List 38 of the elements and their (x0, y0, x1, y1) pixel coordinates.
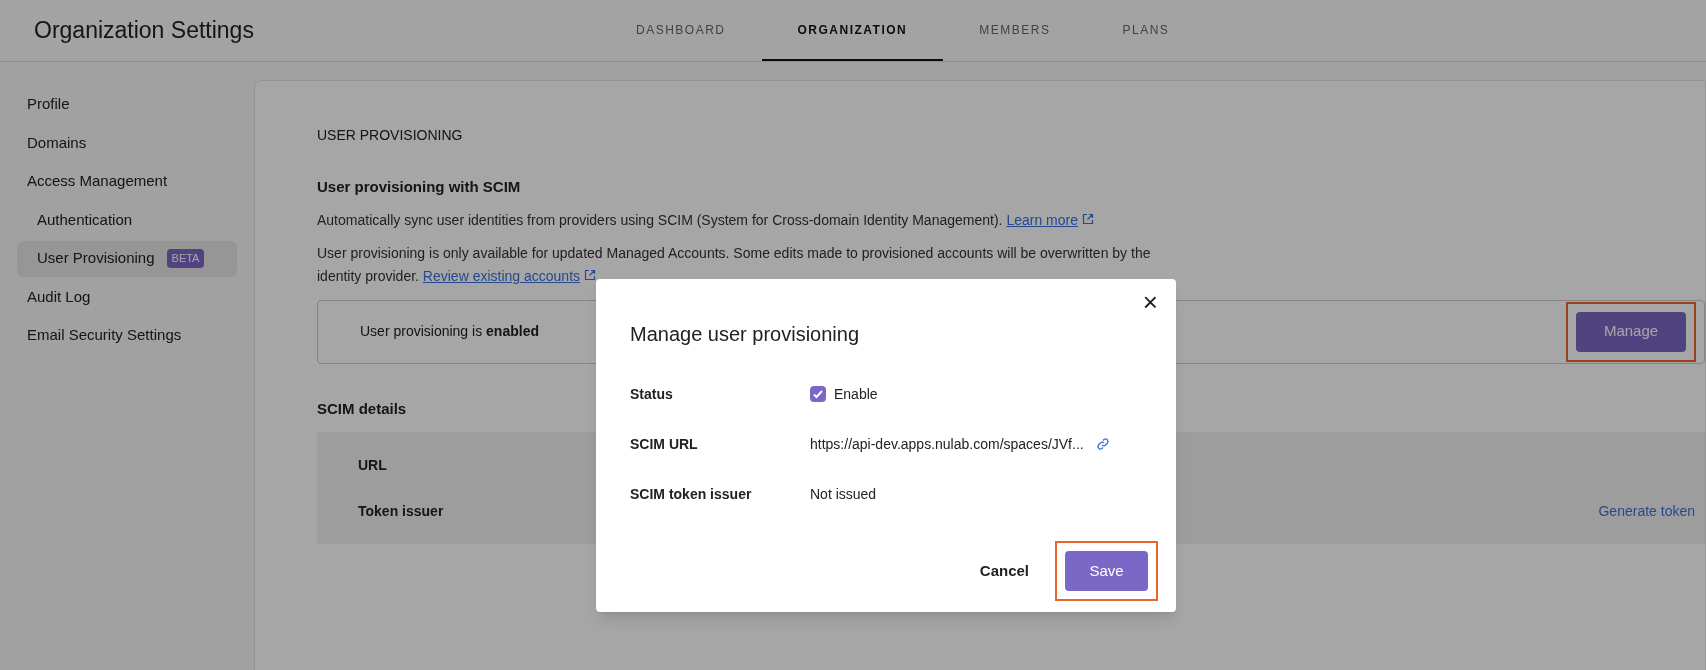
details-title: SCIM details (317, 398, 407, 419)
nav-tab[interactable]: DASHBOARD (600, 0, 762, 61)
sidebar-item[interactable]: Audit Log (0, 279, 254, 315)
section-title: USER PROVISIONING (317, 126, 463, 145)
modal-title: Manage user provisioning (630, 322, 860, 347)
sidebar-item[interactable]: Email Security Settings (0, 317, 254, 354)
nav-tab[interactable]: ORGANIZATION (761, 0, 944, 61)
help-link[interactable]: Learn more (1006, 211, 1094, 228)
detail-label: URL (358, 455, 387, 475)
page-title: Organization Settings (33, 16, 255, 46)
external-link-icon (1081, 212, 1094, 225)
description-text: Automatically sync user identities from providers using SCIM (System for Cross-domain Identity Management). Learn more (317, 208, 1177, 232)
field-label: Status (630, 384, 674, 404)
scim-url-text: https://api-dev.apps.nulab.com/spaces/JVf... (810, 434, 1084, 454)
checkbox-label: Enable (834, 384, 878, 404)
nav-tab[interactable]: PLANS (1086, 0, 1206, 61)
help-link[interactable]: Review existing accounts (422, 267, 597, 284)
status-text: User provisioning is enabled (360, 322, 539, 341)
sidebar-item[interactable]: Profile (0, 86, 254, 123)
field-label: SCIM URL (630, 434, 699, 454)
close-button[interactable]: × (1142, 289, 1158, 315)
sidebar-item[interactable]: Access Management (0, 163, 254, 200)
subsection-title: User provisioning with SCIM (317, 177, 521, 197)
cancel-button[interactable]: Cancel (979, 559, 1029, 583)
check-icon (812, 388, 824, 400)
external-link-icon (584, 268, 597, 281)
manage-button[interactable]: Manage (1576, 311, 1686, 352)
nav-tab[interactable]: MEMBERS (943, 0, 1087, 61)
link-icon[interactable] (1095, 437, 1110, 451)
sidebar-item[interactable]: User Provisioning BETA (17, 240, 237, 277)
enable-checkbox[interactable] (810, 386, 826, 402)
beta-badge: BETA (166, 249, 205, 268)
detail-label: Token issuer (358, 501, 444, 521)
sidebar-item[interactable]: Domains (0, 125, 254, 161)
sidebar-item[interactable]: Authentication (0, 202, 254, 238)
field-label: SCIM token issuer (630, 484, 753, 504)
field-value: Not issued (810, 484, 877, 504)
save-button[interactable]: Save (1065, 551, 1148, 591)
